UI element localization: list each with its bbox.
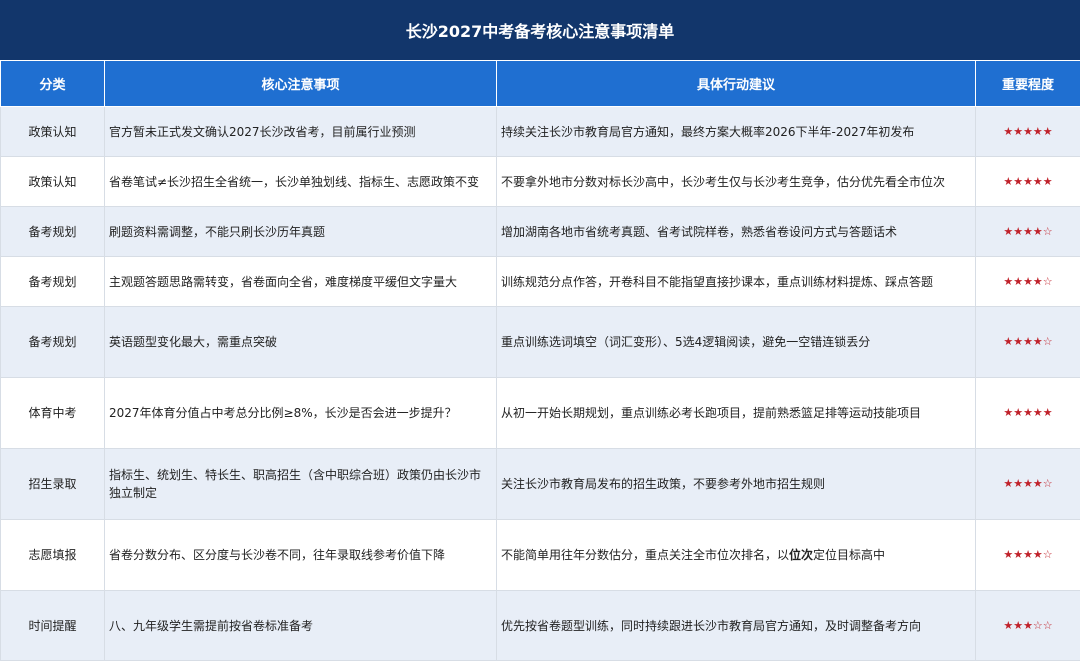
row-issue: 指标生、统划生、特长生、职高招生（含中职综合班）政策仍由长沙市独立制定 <box>104 448 497 520</box>
rating-stars: ★★★★☆ <box>975 448 1080 520</box>
advice-text: 不能简单用往年分数估分，重点关注全市位次排名，以 <box>501 548 790 562</box>
rating-stars: ★★★★☆ <box>975 519 1080 591</box>
rating-stars: ★★★★★ <box>975 377 1080 449</box>
header-category: 分类 <box>0 60 105 107</box>
row-issue: 主观题答题思路需转变，省卷面向全省，难度梯度平缓但文字量大 <box>104 256 497 307</box>
row-issue: 八、九年级学生需提前按省卷标准备考 <box>104 590 497 661</box>
row-advice: 不能简单用往年分数估分，重点关注全市位次排名，以位次定位目标高中 <box>496 519 976 591</box>
row-issue: 刷题资料需调整，不能只刷长沙历年真题 <box>104 206 497 257</box>
table-row: 招生录取 指标生、统划生、特长生、职高招生（含中职综合班）政策仍由长沙市独立制定… <box>0 448 1080 520</box>
row-issue: 省卷分数分布、区分度与长沙卷不同，往年录取线参考价值下降 <box>104 519 497 591</box>
table-header-row: 分类 核心注意事项 具体行动建议 重要程度 <box>0 60 1080 107</box>
rating-stars: ★★★★★ <box>975 156 1080 207</box>
page-title: 长沙2027中考备考核心注意事项清单 <box>0 0 1080 60</box>
table-row: 体育中考 2027年体育分值占中考总分比例≥8%，长沙是否会进一步提升？ 从初一… <box>0 377 1080 449</box>
row-category: 时间提醒 <box>0 590 105 661</box>
table-row: 时间提醒 八、九年级学生需提前按省卷标准备考 优先按省卷题型训练，同时持续跟进长… <box>0 590 1080 661</box>
header-importance: 重要程度 <box>975 60 1080 107</box>
rating-stars: ★★★☆☆ <box>975 590 1080 661</box>
table-row: 备考规划 刷题资料需调整，不能只刷长沙历年真题 增加湖南各地市省统考真题、省考试… <box>0 206 1080 257</box>
row-advice: 训练规范分点作答，开卷科目不能指望直接抄课本，重点训练材料提炼、踩点答题 <box>496 256 976 307</box>
header-advice: 具体行动建议 <box>496 60 976 107</box>
row-advice: 关注长沙市教育局发布的招生政策，不要参考外地市招生规则 <box>496 448 976 520</box>
row-category: 政策认知 <box>0 106 105 157</box>
advice-text: 定位目标高中 <box>813 548 886 562</box>
row-issue: 英语题型变化最大，需重点突破 <box>104 306 497 378</box>
table-row: 政策认知 省卷笔试≠长沙招生全省统一，长沙单独划线、指标生、志愿政策不变 不要拿… <box>0 156 1080 207</box>
rating-stars: ★★★★☆ <box>975 206 1080 257</box>
row-advice: 优先按省卷题型训练，同时持续跟进长沙市教育局官方通知，及时调整备考方向 <box>496 590 976 661</box>
row-advice: 持续关注长沙市教育局官方通知，最终方案大概率2026下半年-2027年初发布 <box>496 106 976 157</box>
row-advice: 不要拿外地市分数对标长沙高中，长沙考生仅与长沙考生竞争，估分优先看全市位次 <box>496 156 976 207</box>
table-row: 备考规划 主观题答题思路需转变，省卷面向全省，难度梯度平缓但文字量大 训练规范分… <box>0 256 1080 307</box>
row-issue: 2027年体育分值占中考总分比例≥8%，长沙是否会进一步提升？ <box>104 377 497 449</box>
rating-stars: ★★★★☆ <box>975 256 1080 307</box>
row-category: 志愿填报 <box>0 519 105 591</box>
advice-emphasis: 位次 <box>789 548 814 562</box>
row-category: 招生录取 <box>0 448 105 520</box>
row-advice: 增加湖南各地市省统考真题、省考试院样卷，熟悉省卷设问方式与答题话术 <box>496 206 976 257</box>
row-advice: 从初一开始长期规划，重点训练必考长跑项目，提前熟悉篮足排等运动技能项目 <box>496 377 976 449</box>
rating-stars: ★★★★★ <box>975 106 1080 157</box>
row-issue: 省卷笔试≠长沙招生全省统一，长沙单独划线、指标生、志愿政策不变 <box>104 156 497 207</box>
row-category: 体育中考 <box>0 377 105 449</box>
table-row: 政策认知 官方暂未正式发文确认2027长沙改省考，目前属行业预测 持续关注长沙市… <box>0 106 1080 157</box>
header-issue: 核心注意事项 <box>104 60 497 107</box>
row-category: 政策认知 <box>0 156 105 207</box>
row-category: 备考规划 <box>0 306 105 378</box>
row-advice: 重点训练选词填空（词汇变形）、5选4逻辑阅读，避免一空错连锁丢分 <box>496 306 976 378</box>
checklist-table: 分类 核心注意事项 具体行动建议 重要程度 政策认知 官方暂未正式发文确认202… <box>0 60 1080 661</box>
row-category: 备考规划 <box>0 206 105 257</box>
table-row: 备考规划 英语题型变化最大，需重点突破 重点训练选词填空（词汇变形）、5选4逻辑… <box>0 306 1080 378</box>
row-category: 备考规划 <box>0 256 105 307</box>
table-row: 志愿填报 省卷分数分布、区分度与长沙卷不同，往年录取线参考价值下降 不能简单用往… <box>0 519 1080 591</box>
rating-stars: ★★★★☆ <box>975 306 1080 378</box>
row-issue: 官方暂未正式发文确认2027长沙改省考，目前属行业预测 <box>104 106 497 157</box>
